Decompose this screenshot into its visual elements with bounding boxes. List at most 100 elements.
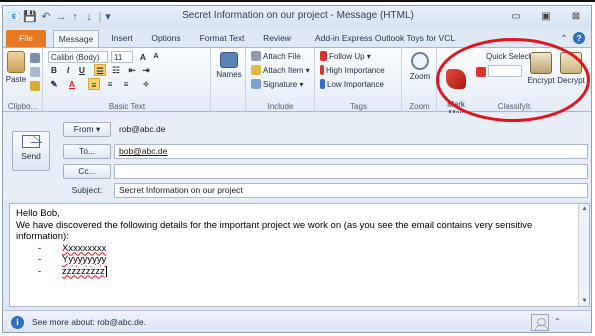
vertical-scrollbar[interactable]: ▲ ▼ xyxy=(578,204,589,306)
maximize-icon[interactable]: ▣ xyxy=(533,9,559,25)
highlight-icon[interactable]: ✎ xyxy=(48,78,60,90)
italic-icon[interactable]: I xyxy=(62,64,74,76)
decrease-indent-icon[interactable]: ⇤ xyxy=(126,64,138,76)
encrypt-icon xyxy=(530,52,552,74)
chevron-up-icon[interactable]: ⌃ xyxy=(554,317,561,326)
avatar[interactable] xyxy=(531,314,549,331)
down-arrow-icon xyxy=(320,79,325,89)
zoom-button[interactable]: Zoom xyxy=(406,52,434,81)
signature-label: Signature ▾ xyxy=(263,80,304,89)
see-more-text[interactable]: See more about: rob@abc.de. xyxy=(32,317,146,327)
greeting-line: Hello Bob, xyxy=(16,208,60,219)
cc-field[interactable] xyxy=(114,164,588,179)
tab-options[interactable]: Options xyxy=(144,30,188,47)
font-name-combo[interactable]: Calibri (Body) xyxy=(48,51,108,63)
message-text[interactable]: Hello Bob, We have discovered the follow… xyxy=(16,208,571,277)
undo-icon[interactable]: ↶ xyxy=(39,10,53,24)
attach-item-label: Attach Item ▾ xyxy=(263,66,310,75)
quick-select-combo[interactable] xyxy=(488,65,522,77)
tab-review[interactable]: Review xyxy=(255,30,299,47)
shrink-font-icon[interactable]: A xyxy=(150,51,162,63)
include-group-label: Include xyxy=(267,102,294,111)
paste-button[interactable]: Paste xyxy=(5,51,27,84)
list-dash: - xyxy=(38,265,42,277)
quick-stamp-icon[interactable] xyxy=(476,67,486,77)
redo-icon[interactable]: → xyxy=(55,10,67,24)
list-item-text: Yyyyyyyyy xyxy=(62,254,107,265)
next-item-icon[interactable]: ↓ xyxy=(83,10,95,24)
scroll-down-icon[interactable]: ▼ xyxy=(580,296,589,306)
increase-indent-icon[interactable]: ⇥ xyxy=(140,64,152,76)
list-dash: - xyxy=(38,242,42,254)
zoom-label: Zoom xyxy=(409,72,431,81)
low-importance-button[interactable]: Low Importance xyxy=(320,79,384,91)
close-icon[interactable]: ⊠ xyxy=(563,9,589,25)
grow-font-icon[interactable]: A xyxy=(137,51,149,63)
signature-button[interactable]: Signature ▾ xyxy=(251,79,303,91)
encrypt-button[interactable]: Encrypt xyxy=(526,52,556,85)
scroll-up-icon[interactable]: ▲ xyxy=(580,204,589,214)
format-painter-icon[interactable] xyxy=(30,81,40,91)
send-button[interactable]: Send xyxy=(12,131,50,171)
align-right-icon[interactable]: ≡ xyxy=(120,78,132,90)
previous-item-icon[interactable]: ↑ xyxy=(69,10,81,24)
tab-add-in-express[interactable]: Add-in Express Outlook Toys for VCL xyxy=(309,30,461,47)
paperclip-icon xyxy=(251,51,261,61)
body-line-2: information): xyxy=(16,231,69,242)
tab-file[interactable]: File xyxy=(6,30,46,47)
to-recipient[interactable]: bob@abc.de xyxy=(119,146,167,156)
underline-icon[interactable]: U xyxy=(76,64,88,76)
list-item: - zzzzzzzzz xyxy=(16,265,571,278)
subject-field[interactable]: Secret Information on our project xyxy=(114,183,588,198)
high-importance-button[interactable]: High Importance xyxy=(320,65,385,77)
tags-group-label: Tags xyxy=(350,102,367,111)
help-icon[interactable]: ? xyxy=(573,32,585,44)
message-header: Send From ▾ rob@abc.de To... bob@abc.de … xyxy=(3,113,591,201)
to-button[interactable]: To... xyxy=(63,144,111,159)
clipboard-group-label: Clipbo... xyxy=(7,102,38,111)
decrypt-button[interactable]: Decrypt xyxy=(556,52,586,85)
classifyit-group-label: ClassifyIt xyxy=(497,102,531,111)
group-clipboard: Paste Clipbo... xyxy=(3,48,43,112)
group-names: Names xyxy=(212,48,246,112)
clear-formatting-icon[interactable]: ✧ xyxy=(140,78,152,90)
zoom-group-label: Zoom xyxy=(409,102,430,111)
save-icon[interactable]: 💾 xyxy=(23,10,37,24)
group-classifyit: Mark Mail Quick Select Encrypt Decrypt C… xyxy=(438,48,590,118)
tab-insert[interactable]: Insert xyxy=(103,30,141,47)
align-left-icon[interactable]: ≡ xyxy=(88,78,100,90)
group-tags: Follow Up ▾ High Importance Low Importan… xyxy=(316,48,402,112)
decrypt-label: Decrypt xyxy=(557,76,585,85)
cc-button[interactable]: Cc... xyxy=(63,164,111,179)
minimize-icon[interactable]: ▭ xyxy=(503,9,529,25)
copy-icon[interactable] xyxy=(30,67,40,77)
font-color-icon[interactable]: A xyxy=(66,78,78,90)
message-body[interactable]: Hello Bob, We have discovered the follow… xyxy=(9,203,590,307)
minimize-ribbon-icon[interactable]: ⌃ xyxy=(559,30,569,47)
follow-up-button[interactable]: Follow Up ▾ xyxy=(320,51,371,63)
subject-label: Subject: xyxy=(71,185,103,195)
to-field[interactable]: bob@abc.de xyxy=(114,144,588,159)
numbering-icon[interactable]: ☷ xyxy=(110,64,122,76)
cut-icon[interactable] xyxy=(30,53,40,63)
tab-format-text[interactable]: Format Text xyxy=(193,30,251,47)
address-book-icon xyxy=(220,52,238,68)
bullets-icon[interactable]: ☰ xyxy=(94,64,106,76)
outlook-icon[interactable]: 📧 xyxy=(7,10,21,24)
ribbon-tabs: File Message Insert Options Format Text … xyxy=(3,28,591,47)
follow-up-label: Follow Up ▾ xyxy=(329,52,371,61)
attach-file-button[interactable]: Attach File xyxy=(251,51,301,63)
from-field[interactable]: rob@abc.de xyxy=(114,122,588,137)
tab-message[interactable]: Message xyxy=(53,30,99,47)
text-cursor xyxy=(105,265,107,277)
customize-quick-access-icon[interactable]: ▾ xyxy=(103,10,113,24)
attach-item-button[interactable]: Attach Item ▾ xyxy=(251,65,310,77)
group-include: Attach File Attach Item ▾ Signature ▾ In… xyxy=(247,48,315,112)
encrypt-label: Encrypt xyxy=(527,76,555,85)
group-zoom: Zoom Zoom xyxy=(403,48,437,112)
from-button[interactable]: From ▾ xyxy=(63,122,111,137)
names-button[interactable]: Names xyxy=(215,52,243,79)
font-size-combo[interactable]: 11 xyxy=(111,51,133,63)
bold-icon[interactable]: B xyxy=(48,64,60,76)
align-center-icon[interactable]: ≡ xyxy=(104,78,116,90)
